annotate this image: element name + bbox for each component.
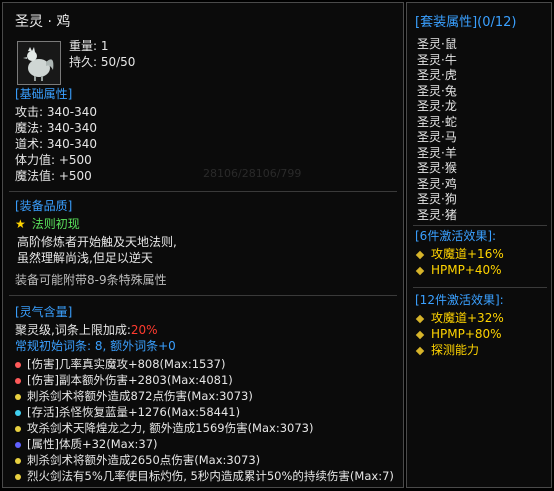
divider [9,295,397,296]
star-icon: ★ [15,217,26,231]
bullet-icon [15,393,21,400]
diamond-icon [415,250,425,259]
affix-row: [伤害]副本额外伤害+2803(Max:4081) [15,373,233,388]
set-member-item: 圣灵·兔 [417,83,457,98]
item-icon-slot [17,41,61,85]
divider [413,287,547,288]
bonus6-header: [6件激活效果]: [415,229,497,243]
set-member-item: 圣灵·鸡 [417,176,457,191]
quality-name: 法则初现 [31,217,80,231]
set-member-item: 圣灵·蛇 [417,114,457,129]
spirit-bonus-value: 20% [130,323,158,337]
set-member-item: 圣灵·鼠 [417,37,457,51]
diamond-icon [415,330,425,339]
affix-row: [属性]体质+32(Max:37) [15,437,158,452]
set-member-item: 圣灵·虎 [417,68,457,82]
set-header: [套装属性](0/12) [415,15,517,30]
diamond-icon [415,346,425,355]
watermark-text: 28106/28106/799 [203,167,302,180]
item-name: 圣灵 · 鸡 [15,14,71,30]
affix-row: [存活]杀怪恢复蓝量+1276(Max:58441) [15,405,240,420]
quality-title-row: ★ 法则初现 [15,217,80,232]
base-attr-hp: 体力值: +500 [15,153,92,167]
base-attr-header: [基础属性] [15,87,73,101]
affix-row: 攻杀剑术天降煌龙之力, 额外造成1569伤害(Max:3073) [15,421,313,436]
affix-text: 烈火剑法有5%几率使目标灼伤, 5秒内造成累计50%的持续伤害(Max:7) [27,469,394,483]
quality-header: [装备品质] [15,199,73,213]
quality-note: 装备可能附带8-9条特殊属性 [15,273,167,287]
set-bonus-panel: [套装属性](0/12) 圣灵·鼠 圣灵·牛 圣灵·虎 圣灵·兔 圣灵·龙 圣灵·蛇 圣灵·… [406,2,552,488]
affix-text: [伤害]副本额外伤害+2803(Max:4081) [27,373,233,387]
affix-count: 常规初始词条: 8, 额外词条+0 [15,339,176,353]
weight-text: 重量: 1 [69,39,109,53]
bonus12-item: 探测能力 [415,343,479,358]
affix-row: 烈火剑法有5%几率使目标灼伤, 5秒内造成累计50%的持续伤害(Max:7) [15,469,394,484]
rooster-icon [23,47,54,81]
bullet-icon [15,377,21,384]
item-tooltip-panel: 圣灵 · 鸡 重量: 1 持久: 50/50 [基础属性] 攻击: 340-34… [2,2,404,488]
bonus6-item: 攻魔道+16% [415,247,504,262]
set-member-item: 圣灵·羊 [417,145,457,160]
affix-text: 刺杀剑术将额外造成872点伤害(Max:3073) [27,389,253,403]
set-member-item: 圣灵·狗 [417,192,457,206]
set-member-item: 圣灵·猴 [417,161,457,175]
bonus12-header: [12件激活效果]: [415,293,504,307]
affix-row: 刺杀剑术将额外造成872点伤害(Max:3073) [15,389,253,404]
spirit-header: [灵气含量] [15,305,73,319]
bonus6-item: HPMP+40% [415,263,502,278]
set-member-item: 圣灵·马 [417,130,457,144]
affix-text: 刺杀剑术将额外造成2650点伤害(Max:3073) [27,453,261,467]
bullet-icon [15,425,21,432]
bullet-icon [15,473,21,480]
bullet-icon [15,409,21,416]
affix-text: [伤害]几率真实魔攻+808(Max:1537) [27,357,226,371]
bullet-icon [15,457,21,464]
divider [413,225,547,226]
divider [9,191,397,192]
diamond-icon [415,314,425,323]
diamond-icon [415,266,425,275]
affix-text: [属性]体质+32(Max:37) [27,437,158,451]
quality-desc-1: 高阶修炼者开始触及天地法则, [17,235,177,249]
base-attr-attack: 攻击: 340-340 [15,105,97,119]
quality-desc-2: 虽然理解尚浅,但足以逆天 [17,251,153,265]
base-attr-mp: 魔法值: +500 [15,169,92,183]
affix-row: [伤害]几率真实魔攻+808(Max:1537) [15,357,225,372]
spirit-bonus-label: 聚灵级,词条上限加成: [15,323,131,337]
affix-text: [存活]杀怪恢复蓝量+1276(Max:58441) [27,405,241,419]
spirit-bonus-row: 聚灵级,词条上限加成:20% [15,323,158,338]
affix-text: 攻杀剑术天降煌龙之力, 额外造成1569伤害(Max:3073) [27,421,314,435]
bullet-icon [15,361,21,368]
bullet-icon [15,441,21,448]
base-attr-taoism: 道术: 340-340 [15,137,97,151]
set-member-item: 圣灵·牛 [417,52,457,67]
bonus12-item: HPMP+80% [415,327,502,342]
affix-row: 刺杀剑术将额外造成2650点伤害(Max:3073) [15,453,260,468]
set-member-item: 圣灵·龙 [417,99,457,113]
durability-text: 持久: 50/50 [69,55,136,69]
base-attr-magic: 魔法: 340-340 [15,121,97,135]
set-member-item: 圣灵·猪 [417,207,457,222]
bonus12-item: 攻魔道+32% [415,311,504,326]
